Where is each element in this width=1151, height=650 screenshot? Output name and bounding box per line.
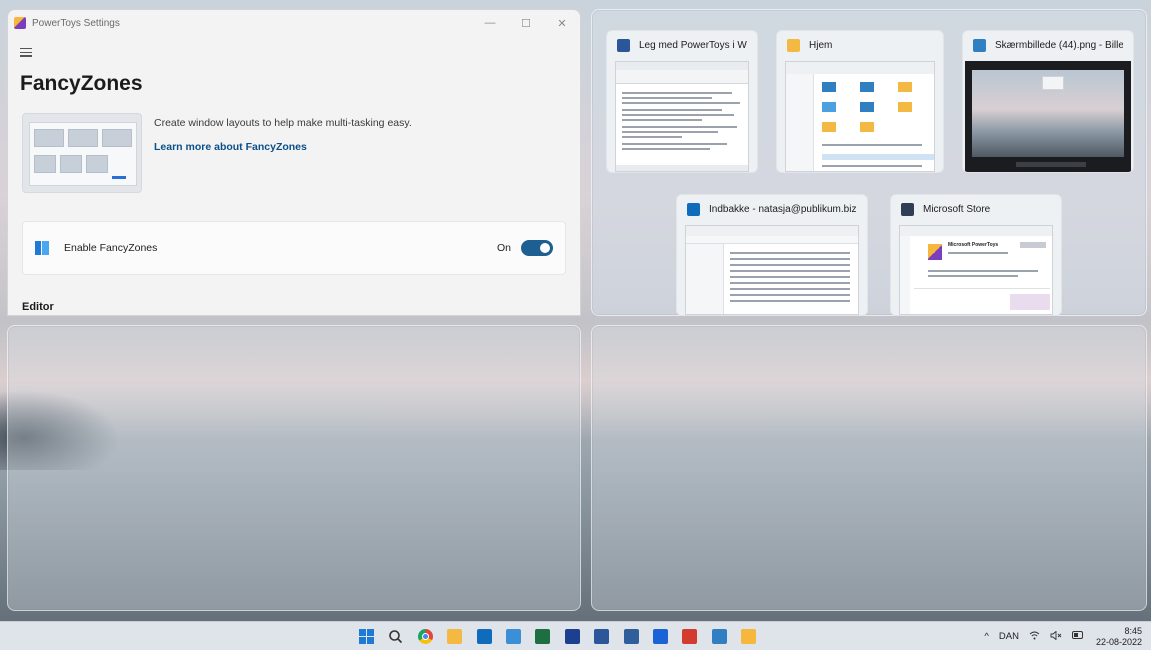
taskbar: ^ DAN 8:45 22-08-2022 — [0, 621, 1151, 650]
snap-thumbnail-photos[interactable]: Skærmbillede (44).png - Billeder — [962, 30, 1134, 173]
enable-fancyzones-label: Enable FancyZones — [64, 242, 158, 254]
snap-thumbnail-explorer[interactable]: Hjem — [776, 30, 944, 173]
file-explorer-icon[interactable] — [447, 629, 463, 644]
zone-bottom-right[interactable] — [591, 325, 1147, 611]
word-document-preview — [615, 61, 749, 172]
clock-date: 22-08-2022 — [1095, 636, 1142, 647]
photos-preview — [965, 61, 1131, 172]
hamburger-menu-icon[interactable] — [20, 48, 32, 57]
snap-thumbnail-store[interactable]: Microsoft Store Microsoft PowerToys — [890, 194, 1062, 316]
learn-more-link[interactable]: Learn more about FancyZones — [154, 141, 307, 153]
thumbnail-title: Leg med PowerToys i Wind... — [639, 39, 747, 51]
photos-viewer-icon[interactable] — [711, 629, 727, 644]
malwarebytes-icon[interactable] — [564, 629, 580, 644]
outlook-icon — [687, 202, 700, 216]
clock-time: 8:45 — [1124, 625, 1142, 636]
dropbox-icon[interactable] — [652, 629, 668, 644]
show-hidden-icons-chevron[interactable]: ^ — [984, 631, 988, 642]
editor-section-heading: Editor — [22, 301, 54, 313]
enable-fancyzones-card: Enable FancyZones On — [22, 221, 566, 275]
folder-icon — [787, 38, 800, 52]
outlook-icon[interactable] — [476, 629, 492, 644]
powertoys-settings-window[interactable]: PowerToys Settings — ☐ ✕ FancyZones Crea… — [7, 9, 581, 316]
search-icon[interactable] — [388, 629, 403, 644]
thumbnail-title: Indbakke - natasja@publikum.biz - O... — [709, 203, 857, 215]
fancyzones-icon — [35, 241, 49, 255]
close-button[interactable]: ✕ — [544, 10, 580, 36]
module-description: Create window layouts to help make multi… — [154, 117, 412, 129]
snap-thumbnail-word[interactable]: Leg med PowerToys i Wind... — [606, 30, 758, 173]
page-title: FancyZones — [20, 72, 143, 95]
fancyzones-hero-image — [22, 113, 142, 193]
volume-muted-icon[interactable] — [1050, 630, 1062, 643]
outlook-preview — [685, 225, 859, 315]
zone-bottom-left[interactable] — [7, 325, 581, 611]
clock[interactable]: 8:45 22-08-2022 — [1096, 626, 1142, 648]
toggle-state-label: On — [496, 242, 511, 254]
powertoys-app-icon — [14, 17, 26, 29]
store-preview: Microsoft PowerToys — [899, 225, 1053, 315]
word-icon — [617, 38, 630, 52]
excel-icon[interactable] — [535, 629, 551, 644]
snap-thumbnail-outlook[interactable]: Indbakke - natasja@publikum.biz - O... — [676, 194, 868, 316]
title-bar[interactable]: PowerToys Settings — ☐ ✕ — [8, 10, 580, 36]
battery-icon[interactable] — [1071, 631, 1084, 642]
store-app-name: Microsoft PowerToys — [948, 242, 999, 248]
thumbnail-title: Skærmbillede (44).png - Billeder — [995, 39, 1123, 51]
photos-icon[interactable] — [505, 629, 521, 644]
store-icon — [901, 202, 914, 216]
ccleaner-icon[interactable] — [682, 629, 698, 644]
thumbnail-title: Microsoft Store — [923, 203, 991, 215]
start-icon[interactable] — [359, 629, 374, 644]
system-tray: ^ DAN 8:45 22-08-2022 — [974, 622, 1142, 650]
word-icon[interactable] — [594, 629, 610, 644]
enable-fancyzones-toggle[interactable] — [521, 240, 553, 256]
wifi-icon[interactable] — [1029, 631, 1040, 643]
chrome-icon[interactable] — [417, 629, 433, 644]
file-explorer-preview — [785, 61, 935, 172]
powertoys-icon[interactable] — [741, 629, 757, 644]
maximize-button[interactable]: ☐ — [508, 10, 544, 36]
language-indicator[interactable]: DAN — [999, 631, 1019, 642]
window-title: PowerToys Settings — [32, 17, 120, 29]
minimize-button[interactable]: — — [472, 10, 508, 36]
thumbnail-title: Hjem — [809, 39, 833, 51]
store-icon[interactable] — [623, 629, 639, 644]
photos-icon — [973, 38, 986, 52]
